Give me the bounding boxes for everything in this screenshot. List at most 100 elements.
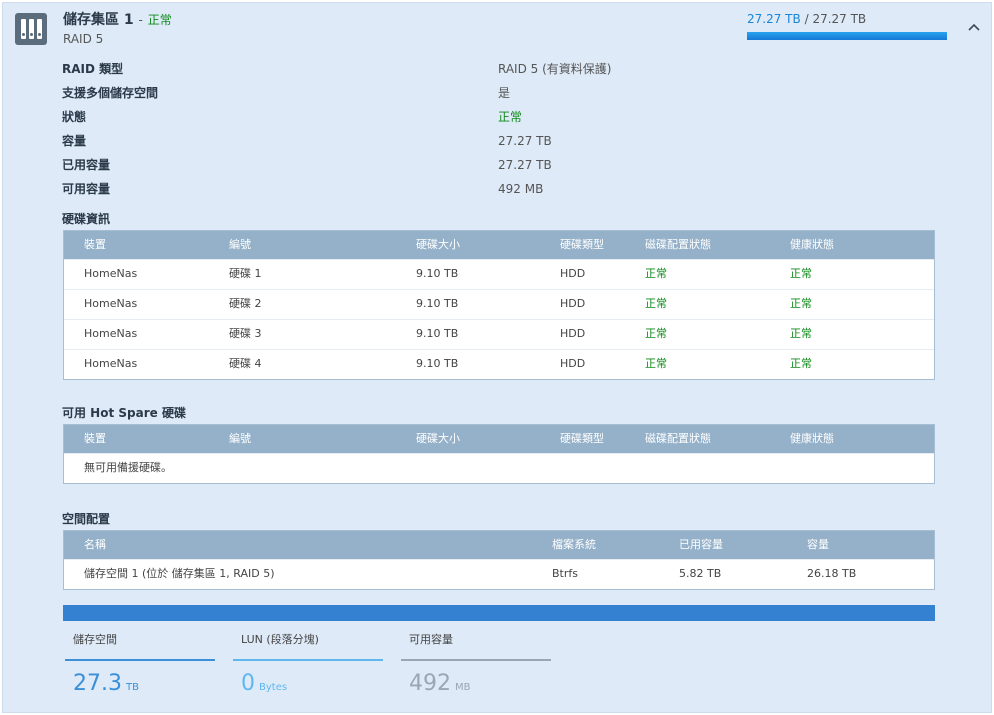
pool-title-separator: - (138, 13, 143, 27)
info-label: 已用容量 (62, 158, 111, 172)
stat-label: 儲存空間 (73, 633, 117, 646)
cell-number: 硬碟 1 (229, 267, 262, 280)
info-row: 已用容量 27.27 TB (62, 153, 762, 177)
column-header[interactable]: 已用容量 (679, 531, 723, 559)
stat-unit: Bytes (259, 682, 288, 693)
column-header[interactable]: 編號 (229, 231, 251, 259)
info-label: RAID 類型 (62, 62, 124, 76)
table-row[interactable]: 儲存空間 1 (位於 儲存集區 1, RAID 5) Btrfs 5.82 TB… (64, 559, 934, 589)
cell-allocation-status: 正常 (645, 357, 667, 370)
table-header: 裝置 編號 硬碟大小 硬碟類型 磁碟配置狀態 健康狀態 (64, 425, 934, 453)
column-header[interactable]: 硬碟類型 (560, 231, 604, 259)
cell-device: HomeNas (84, 267, 138, 280)
info-value: 是 (498, 86, 511, 100)
storage-pool-icon (15, 13, 47, 45)
cell-allocation-status: 正常 (645, 297, 667, 310)
cell-health-status: 正常 (790, 357, 812, 370)
column-header[interactable]: 名稱 (84, 531, 106, 559)
pool-name: 儲存集區 1 (63, 12, 134, 28)
storage-pool-panel: 儲存集區 1 - 正常 RAID 5 27.27 TB / 27.27 TB R… (2, 2, 992, 713)
disk-info-table: 裝置 編號 硬碟大小 硬碟類型 磁碟配置狀態 健康狀態 HomeNas 硬碟 1… (63, 230, 935, 380)
cell-health-status: 正常 (790, 297, 812, 310)
table-row[interactable]: HomeNas 硬碟 1 9.10 TB HDD 正常 正常 (64, 259, 934, 289)
cell-health-status: 正常 (790, 327, 812, 340)
stat-unit: TB (125, 682, 139, 693)
cell-number: 硬碟 2 (229, 297, 262, 310)
info-value: 27.27 TB (498, 134, 552, 148)
cell-number: 硬碟 3 (229, 327, 262, 340)
stat-value: 27.3 (73, 671, 122, 696)
cell-size: 9.10 TB (416, 357, 459, 370)
pool-info-table: RAID 類型 RAID 5 (有資料保護) 支援多個儲存空間 是 狀態 正常 … (62, 57, 762, 201)
empty-row: 無可用備援硬碟。 (64, 453, 934, 483)
cell-health-status: 正常 (790, 267, 812, 280)
info-label: 狀態 (62, 110, 87, 124)
column-header[interactable]: 檔案系統 (552, 531, 596, 559)
info-value: 492 MB (498, 182, 544, 196)
column-header[interactable]: 裝置 (84, 425, 106, 453)
chevron-up-icon[interactable] (967, 21, 981, 35)
column-header[interactable]: 健康狀態 (790, 231, 834, 259)
stat-indicator-line (65, 659, 215, 661)
column-header[interactable]: 硬碟大小 (416, 425, 460, 453)
info-row: RAID 類型 RAID 5 (有資料保護) (62, 57, 762, 81)
stat-unit: MB (455, 682, 471, 693)
cell-type: HDD (560, 297, 586, 310)
info-label: 支援多個儲存空間 (62, 86, 159, 100)
table-row[interactable]: HomeNas 硬碟 2 9.10 TB HDD 正常 正常 (64, 289, 934, 319)
stat-lun: LUN (段落分塊) 0 Bytes (233, 623, 383, 703)
cell-filesystem: Btrfs (552, 567, 578, 580)
stat-label: 可用容量 (409, 633, 453, 646)
cell-device: HomeNas (84, 357, 138, 370)
info-row: 可用容量 492 MB (62, 177, 762, 201)
info-value: 27.27 TB (498, 158, 552, 172)
stat-value: 0 (241, 671, 255, 696)
allocation-bar (63, 605, 935, 621)
column-header[interactable]: 磁碟配置狀態 (645, 425, 711, 453)
cell-type: HDD (560, 267, 586, 280)
column-header[interactable]: 健康狀態 (790, 425, 834, 453)
pool-status: 正常 (147, 13, 172, 27)
table-row[interactable]: HomeNas 硬碟 3 9.10 TB HDD 正常 正常 (64, 319, 934, 349)
cell-capacity: 26.18 TB (807, 567, 857, 580)
cell-device: HomeNas (84, 327, 138, 340)
info-label: 可用容量 (62, 182, 111, 196)
cell-used: 5.82 TB (679, 567, 722, 580)
hotspare-title: 可用 Hot Spare 硬碟 (62, 406, 186, 420)
cell-type: HDD (560, 327, 586, 340)
cell-device: HomeNas (84, 297, 138, 310)
column-header[interactable]: 硬碟類型 (560, 425, 604, 453)
hotspare-table: 裝置 編號 硬碟大小 硬碟類型 磁碟配置狀態 健康狀態 無可用備援硬碟。 (63, 424, 935, 484)
info-value-status: 正常 (498, 110, 523, 124)
stat-storage-space: 儲存空間 27.3 TB (65, 623, 215, 703)
info-row: 支援多個儲存空間 是 (62, 81, 762, 105)
cell-type: HDD (560, 357, 586, 370)
info-label: 容量 (62, 134, 87, 148)
pool-usage-total: 27.27 TB (812, 12, 867, 26)
stat-label: LUN (段落分塊) (241, 633, 319, 646)
pool-raid-type: RAID 5 (63, 32, 104, 46)
pool-title: 儲存集區 1 - 正常 (63, 9, 172, 29)
info-row: 狀態 正常 (62, 105, 762, 129)
cell-size: 9.10 TB (416, 267, 459, 280)
cell-number: 硬碟 4 (229, 357, 262, 370)
stat-value: 492 (409, 671, 451, 696)
column-header[interactable]: 容量 (807, 531, 829, 559)
cell-allocation-status: 正常 (645, 327, 667, 340)
stat-indicator-line (401, 659, 551, 661)
column-header[interactable]: 硬碟大小 (416, 231, 460, 259)
cell-size: 9.10 TB (416, 297, 459, 310)
stat-available: 可用容量 492 MB (401, 623, 551, 703)
pool-usage-text: 27.27 TB / 27.27 TB (747, 12, 866, 26)
disk-info-title: 硬碟資訊 (62, 212, 111, 226)
table-row[interactable]: HomeNas 硬碟 4 9.10 TB HDD 正常 正常 (64, 349, 934, 379)
pool-usage-bar (747, 32, 947, 40)
column-header[interactable]: 磁碟配置狀態 (645, 231, 711, 259)
cell-size: 9.10 TB (416, 327, 459, 340)
column-header[interactable]: 裝置 (84, 231, 106, 259)
cell-name: 儲存空間 1 (位於 儲存集區 1, RAID 5) (84, 567, 275, 580)
column-header[interactable]: 編號 (229, 425, 251, 453)
info-row: 容量 27.27 TB (62, 129, 762, 153)
stat-indicator-line (233, 659, 383, 661)
stat-value-wrap: 27.3 TB (73, 671, 139, 696)
